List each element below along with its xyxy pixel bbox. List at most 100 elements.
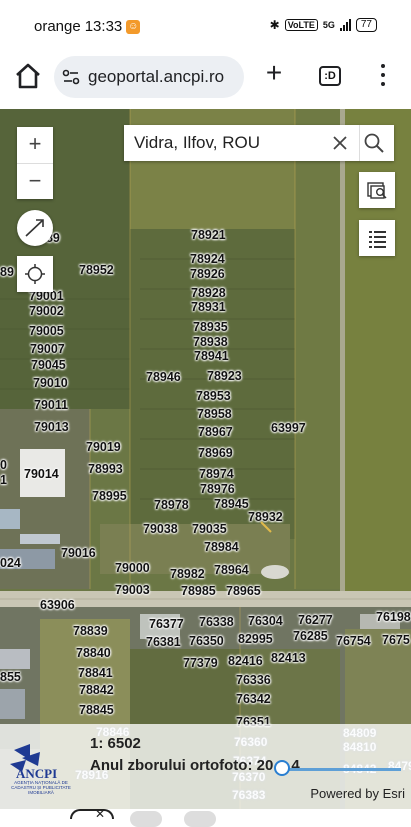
year-label: Anul zborului ortofoto: 20 4: [90, 757, 300, 774]
parcel-label[interactable]: 76381: [146, 635, 181, 649]
new-tab-button[interactable]: +: [262, 59, 286, 87]
parcel-label[interactable]: 78928: [191, 286, 226, 300]
parcel-label[interactable]: 78841: [78, 666, 113, 680]
parcel-label[interactable]: 76285: [293, 629, 328, 643]
parcel-label[interactable]: 78974: [199, 467, 234, 481]
site-controls-icon[interactable]: [62, 68, 80, 86]
parcel-label[interactable]: 78941: [194, 349, 229, 363]
parcel-label[interactable]: 78984: [204, 540, 239, 554]
parcel-label[interactable]: 79038: [143, 522, 178, 536]
parcel-label[interactable]: 79045: [31, 358, 66, 372]
address-bar[interactable]: geoportal.ancpi.ro: [54, 56, 244, 98]
parcel-label[interactable]: 0: [0, 458, 7, 472]
parcel-label[interactable]: 82413: [271, 651, 306, 665]
bottom-nav: ✕: [0, 807, 411, 827]
logo-subtitle: AGENȚIA NAȚIONALĂ DE CADASTRU ȘI PUBLICI…: [11, 780, 71, 795]
parcel-label[interactable]: 78839: [73, 624, 108, 638]
parcel-label[interactable]: 79019: [86, 440, 121, 454]
parcel-label[interactable]: 78995: [92, 489, 127, 503]
bluetooth-icon: ✱: [269, 18, 280, 32]
parcel-label[interactable]: 7675: [382, 633, 410, 647]
nav-button[interactable]: [130, 811, 162, 827]
parcel-label[interactable]: 76754: [336, 634, 371, 648]
parcel-label[interactable]: 79007: [30, 342, 65, 356]
parcel-label[interactable]: 79002: [29, 304, 64, 318]
parcel-label[interactable]: 78924: [190, 252, 225, 266]
parcel-label[interactable]: 78935: [193, 320, 228, 334]
parcel-label[interactable]: 79011: [34, 398, 68, 412]
parcel-label[interactable]: 024: [0, 556, 21, 570]
parcel-label[interactable]: 79010: [33, 376, 68, 390]
nav-pill[interactable]: [70, 809, 114, 819]
menu-dots-icon[interactable]: [380, 64, 386, 86]
parcel-label[interactable]: 78921: [191, 228, 226, 242]
parcel-label[interactable]: 76198: [376, 610, 411, 624]
draw-marker-icon[interactable]: [259, 520, 273, 534]
parcel-label[interactable]: 78993: [88, 462, 123, 476]
parcel-label[interactable]: 76336: [236, 673, 271, 687]
parcel-label[interactable]: 78976: [200, 482, 235, 496]
zoom-in-button[interactable]: +: [17, 127, 53, 163]
parcel-label[interactable]: 78978: [154, 498, 189, 512]
close-icon[interactable]: ✕: [95, 807, 105, 821]
legend-button[interactable]: [359, 220, 395, 256]
tab-switcher-button[interactable]: :D: [319, 66, 341, 86]
parcel-label[interactable]: 76377: [149, 617, 184, 631]
parcel-label[interactable]: 79013: [34, 420, 69, 434]
parcel-label[interactable]: 79005: [29, 324, 64, 338]
map-view[interactable]: 78921 78924 78926 78928 78931 78935 7893…: [0, 109, 411, 809]
compass-button[interactable]: [17, 210, 53, 246]
parcel-label[interactable]: 76304: [248, 614, 283, 628]
parcel-label[interactable]: 77379: [183, 656, 218, 670]
parcel-label[interactable]: 89: [0, 265, 14, 279]
crosshair-icon: [25, 264, 45, 284]
parcel-label[interactable]: 78985: [181, 584, 216, 598]
parcel-label[interactable]: 78946: [146, 370, 181, 384]
browser-toolbar: geoportal.ancpi.ro + :D: [0, 52, 411, 108]
parcel-label[interactable]: 78945: [214, 497, 249, 511]
zoom-out-button[interactable]: −: [17, 163, 53, 200]
parcel-label[interactable]: 63906: [40, 598, 75, 612]
close-icon[interactable]: [331, 134, 349, 152]
parcel-label[interactable]: 78926: [190, 267, 225, 281]
parcel-label[interactable]: 78958: [197, 407, 232, 421]
parcel-label[interactable]: 78952: [79, 263, 114, 277]
parcel-label[interactable]: 76350: [189, 634, 224, 648]
parcel-label[interactable]: 78840: [76, 646, 111, 660]
parcel-label[interactable]: 79003: [115, 583, 150, 597]
home-icon[interactable]: [14, 62, 42, 90]
parcel-label[interactable]: 76342: [236, 692, 271, 706]
search-icon[interactable]: [362, 131, 386, 155]
nav-button[interactable]: [184, 811, 216, 827]
locate-button[interactable]: [17, 256, 53, 292]
parcel-label[interactable]: 78969: [198, 446, 233, 460]
info-panel: ANCPI AGENȚIA NAȚIONALĂ DE CADASTRU ȘI P…: [0, 724, 411, 809]
parcel-label[interactable]: 76338: [199, 615, 234, 629]
parcel-label[interactable]: 79016: [61, 546, 96, 560]
parcel-label[interactable]: 78938: [193, 335, 228, 349]
parcel-label[interactable]: 82995: [238, 632, 273, 646]
parcel-label[interactable]: 78931: [191, 300, 226, 314]
parcel-label[interactable]: 78967: [198, 425, 233, 439]
parcel-label[interactable]: 855: [0, 670, 21, 684]
year-slider-knob[interactable]: [274, 760, 290, 776]
parcel-label[interactable]: 78845: [79, 703, 114, 717]
parcel-label[interactable]: 78965: [226, 584, 261, 598]
parcel-label[interactable]: 1: [0, 473, 7, 487]
parcel-label[interactable]: 79014: [24, 467, 59, 481]
parcel-label[interactable]: 79035: [192, 522, 227, 536]
parcel-label[interactable]: 79000: [115, 561, 150, 575]
parcel-label[interactable]: 82416: [228, 654, 263, 668]
search-input[interactable]: [124, 125, 360, 161]
layer-query-button[interactable]: [359, 172, 395, 208]
esri-attribution[interactable]: Powered by Esri: [310, 786, 405, 801]
parcel-label[interactable]: 78964: [214, 563, 249, 577]
compass-arrow-icon: [25, 219, 44, 237]
parcel-label[interactable]: 78982: [170, 567, 205, 581]
parcel-label[interactable]: 76277: [298, 613, 333, 627]
parcel-label[interactable]: 78953: [196, 389, 231, 403]
year-slider-track[interactable]: [276, 768, 401, 771]
parcel-label[interactable]: 63997: [271, 421, 306, 435]
parcel-label[interactable]: 78842: [79, 683, 114, 697]
parcel-label[interactable]: 78923: [207, 369, 242, 383]
